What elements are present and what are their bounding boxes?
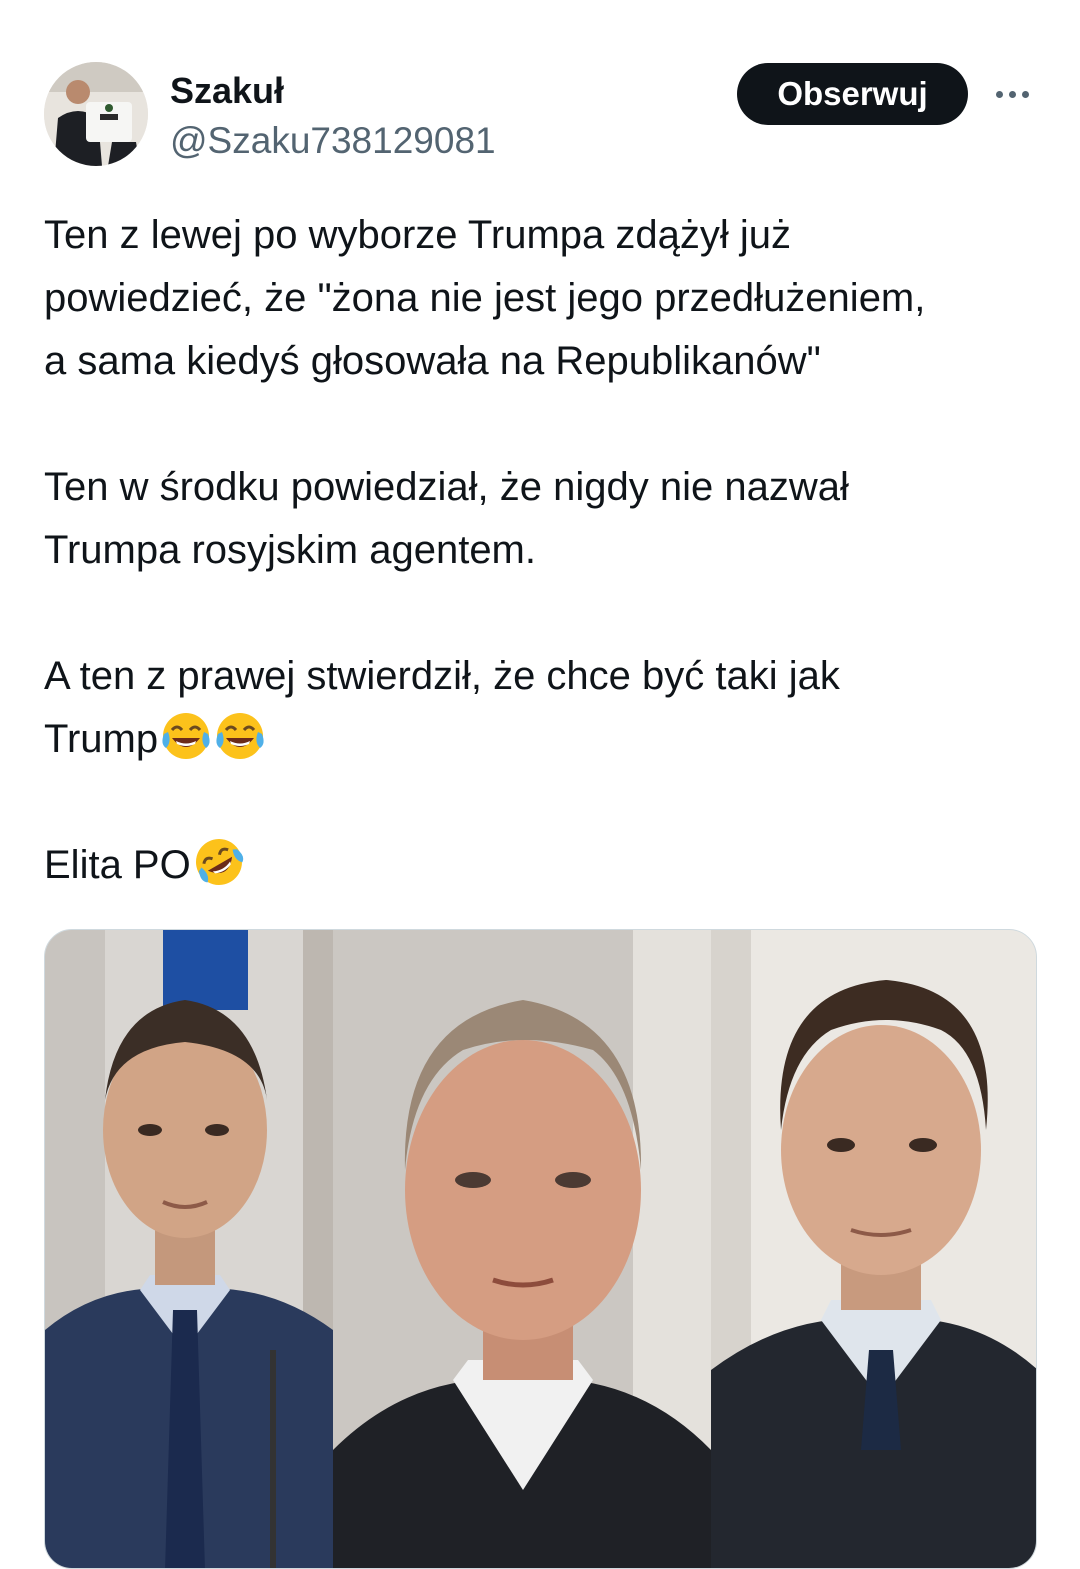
rolling-on-the-floor-laughing-icon bbox=[195, 839, 243, 885]
dot bbox=[995, 90, 1003, 98]
avatar[interactable] bbox=[44, 62, 148, 166]
tweet-text: Ten z lewej po wyborze Trumpa zdążył już… bbox=[44, 204, 1044, 960]
portrait-right bbox=[711, 930, 1036, 1568]
face-with-tears-of-joy-icon bbox=[216, 713, 264, 759]
more-options-icon[interactable] bbox=[988, 76, 1036, 112]
photo-panel-center bbox=[333, 930, 711, 1568]
tweet-paragraph: Elita PO bbox=[44, 834, 1044, 897]
tweet-paragraph: Ten z lewej po wyborze Trumpa zdążył już… bbox=[44, 204, 1044, 393]
portrait-center bbox=[333, 930, 711, 1568]
dot bbox=[1008, 90, 1016, 98]
face-with-tears-of-joy-icon bbox=[162, 713, 210, 759]
paragraph-text: Ten w środku powiedział, że nigdy nie na… bbox=[44, 465, 849, 572]
paragraph-text: Elita PO bbox=[44, 843, 191, 887]
follow-button[interactable]: Obserwuj bbox=[737, 63, 968, 125]
tweet-paragraph: Ten w środku powiedział, że nigdy nie na… bbox=[44, 456, 1044, 582]
paragraph-text: Ten z lewej po wyborze Trumpa zdążył już… bbox=[44, 213, 926, 383]
avatar-photo bbox=[44, 62, 148, 166]
photo-panel-left bbox=[45, 930, 333, 1568]
display-name[interactable]: Szakuł bbox=[170, 70, 284, 112]
dot bbox=[1021, 90, 1029, 98]
tweet-paragraph: A ten z prawej stwierdził, że chce być t… bbox=[44, 645, 1044, 771]
tweet-media[interactable] bbox=[44, 929, 1037, 1569]
user-handle[interactable]: @Szaku738129081 bbox=[170, 120, 496, 162]
photo-panel-right bbox=[711, 930, 1036, 1568]
tweet-header: Szakuł @Szaku738129081 Obserwuj bbox=[44, 62, 1044, 172]
portrait-left bbox=[45, 930, 333, 1568]
